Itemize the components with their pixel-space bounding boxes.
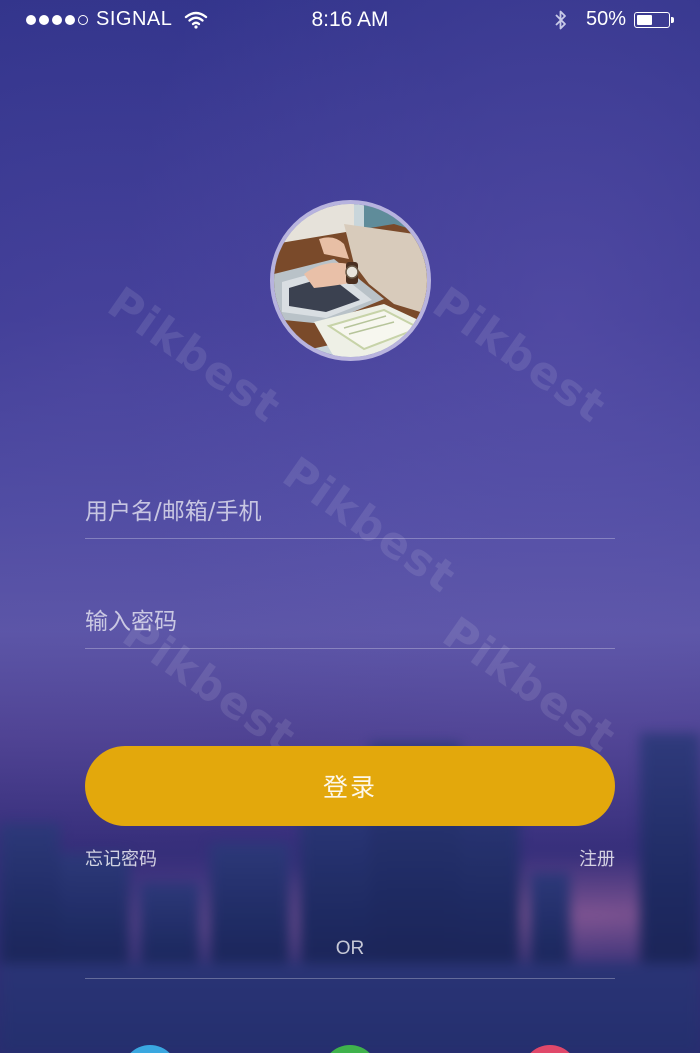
watermark: Pikbest xyxy=(98,277,291,434)
or-divider-label: OR xyxy=(335,938,365,959)
bluetooth-icon xyxy=(555,10,566,29)
or-divider-line xyxy=(85,978,615,979)
battery-icon xyxy=(634,11,674,28)
register-link[interactable]: 注册 xyxy=(579,845,615,871)
avatar-photo xyxy=(274,204,427,357)
password-input[interactable] xyxy=(85,598,615,646)
password-field xyxy=(85,598,615,649)
battery-percent: 50% xyxy=(585,8,626,30)
watermark: Pikbest xyxy=(423,277,616,434)
username-input[interactable] xyxy=(85,488,615,536)
avatar[interactable] xyxy=(270,200,431,361)
login-button[interactable]: 登录 xyxy=(85,746,615,826)
forgot-password-link[interactable]: 忘记密码 xyxy=(85,845,157,871)
login-screen: Pikbest Pikbest Pikbest Pikbest Pikbest … xyxy=(0,0,700,1053)
username-field xyxy=(85,488,615,539)
status-bar: SIGNAL 8:16 AM 50% xyxy=(0,0,700,40)
